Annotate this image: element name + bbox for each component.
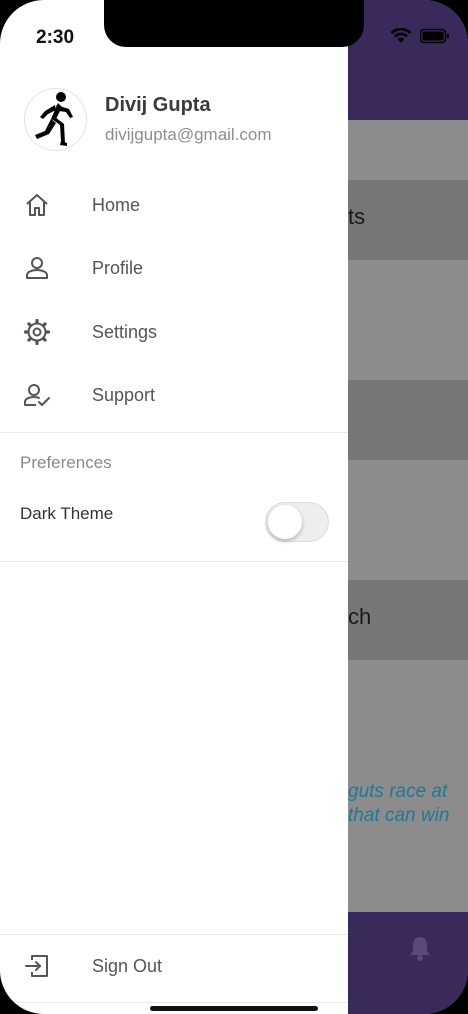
- background-row-text: ch: [348, 604, 372, 629]
- user-email: divijgupta@gmail.com: [105, 125, 272, 144]
- notch: [104, 0, 364, 47]
- divider: [0, 561, 348, 562]
- home-indicator[interactable]: [150, 1006, 318, 1011]
- person-check-icon: [24, 384, 50, 406]
- phone-screen: ts ch guts race at that can win 2:30 Div…: [0, 0, 468, 1014]
- status-icons: [390, 28, 450, 44]
- divider: [0, 934, 348, 935]
- runner-avatar-image: [34, 91, 73, 146]
- wifi-icon: [390, 28, 412, 43]
- dark-theme-label: Dark Theme: [20, 504, 114, 523]
- divider: [0, 432, 348, 433]
- nav-item-profile[interactable]: Profile: [0, 240, 348, 296]
- nav-item-label: Home: [92, 194, 141, 215]
- sign-out-button[interactable]: Sign Out: [0, 938, 348, 994]
- background-quote: guts race at that can win: [348, 780, 449, 828]
- status-time: 2:30: [36, 27, 75, 48]
- nav-item-support[interactable]: Support: [0, 367, 348, 423]
- nav-item-label: Settings: [92, 321, 158, 342]
- toggle-knob: [268, 505, 302, 539]
- nav-item-home[interactable]: Home: [0, 177, 348, 233]
- divider: [0, 1002, 348, 1003]
- profile-header[interactable]: Divij Gupta divijgupta@gmail.com: [24, 88, 272, 151]
- dark-theme-toggle[interactable]: [265, 502, 329, 542]
- quote-line: guts race at: [348, 781, 448, 802]
- gear-icon: [23, 318, 51, 346]
- nav-item-settings[interactable]: Settings: [0, 304, 348, 360]
- nav-item-label: Support: [92, 384, 156, 405]
- battery-icon: [420, 28, 449, 44]
- navigation-drawer: 2:30 Divij Gupta divijgupta@gmail.com Ho…: [0, 0, 348, 1014]
- user-name: Divij Gupta: [105, 94, 211, 116]
- sign-out-label: Sign Out: [92, 955, 163, 976]
- avatar: [24, 88, 87, 151]
- quote-line: that can win: [348, 805, 450, 826]
- person-icon: [26, 257, 48, 279]
- background-row-text: ts: [348, 204, 366, 229]
- preferences-title: Preferences: [20, 453, 112, 472]
- home-icon: [26, 194, 48, 216]
- bell-icon: [410, 937, 430, 961]
- sign-out-icon: [25, 955, 48, 977]
- nav-item-label: Profile: [92, 257, 144, 278]
